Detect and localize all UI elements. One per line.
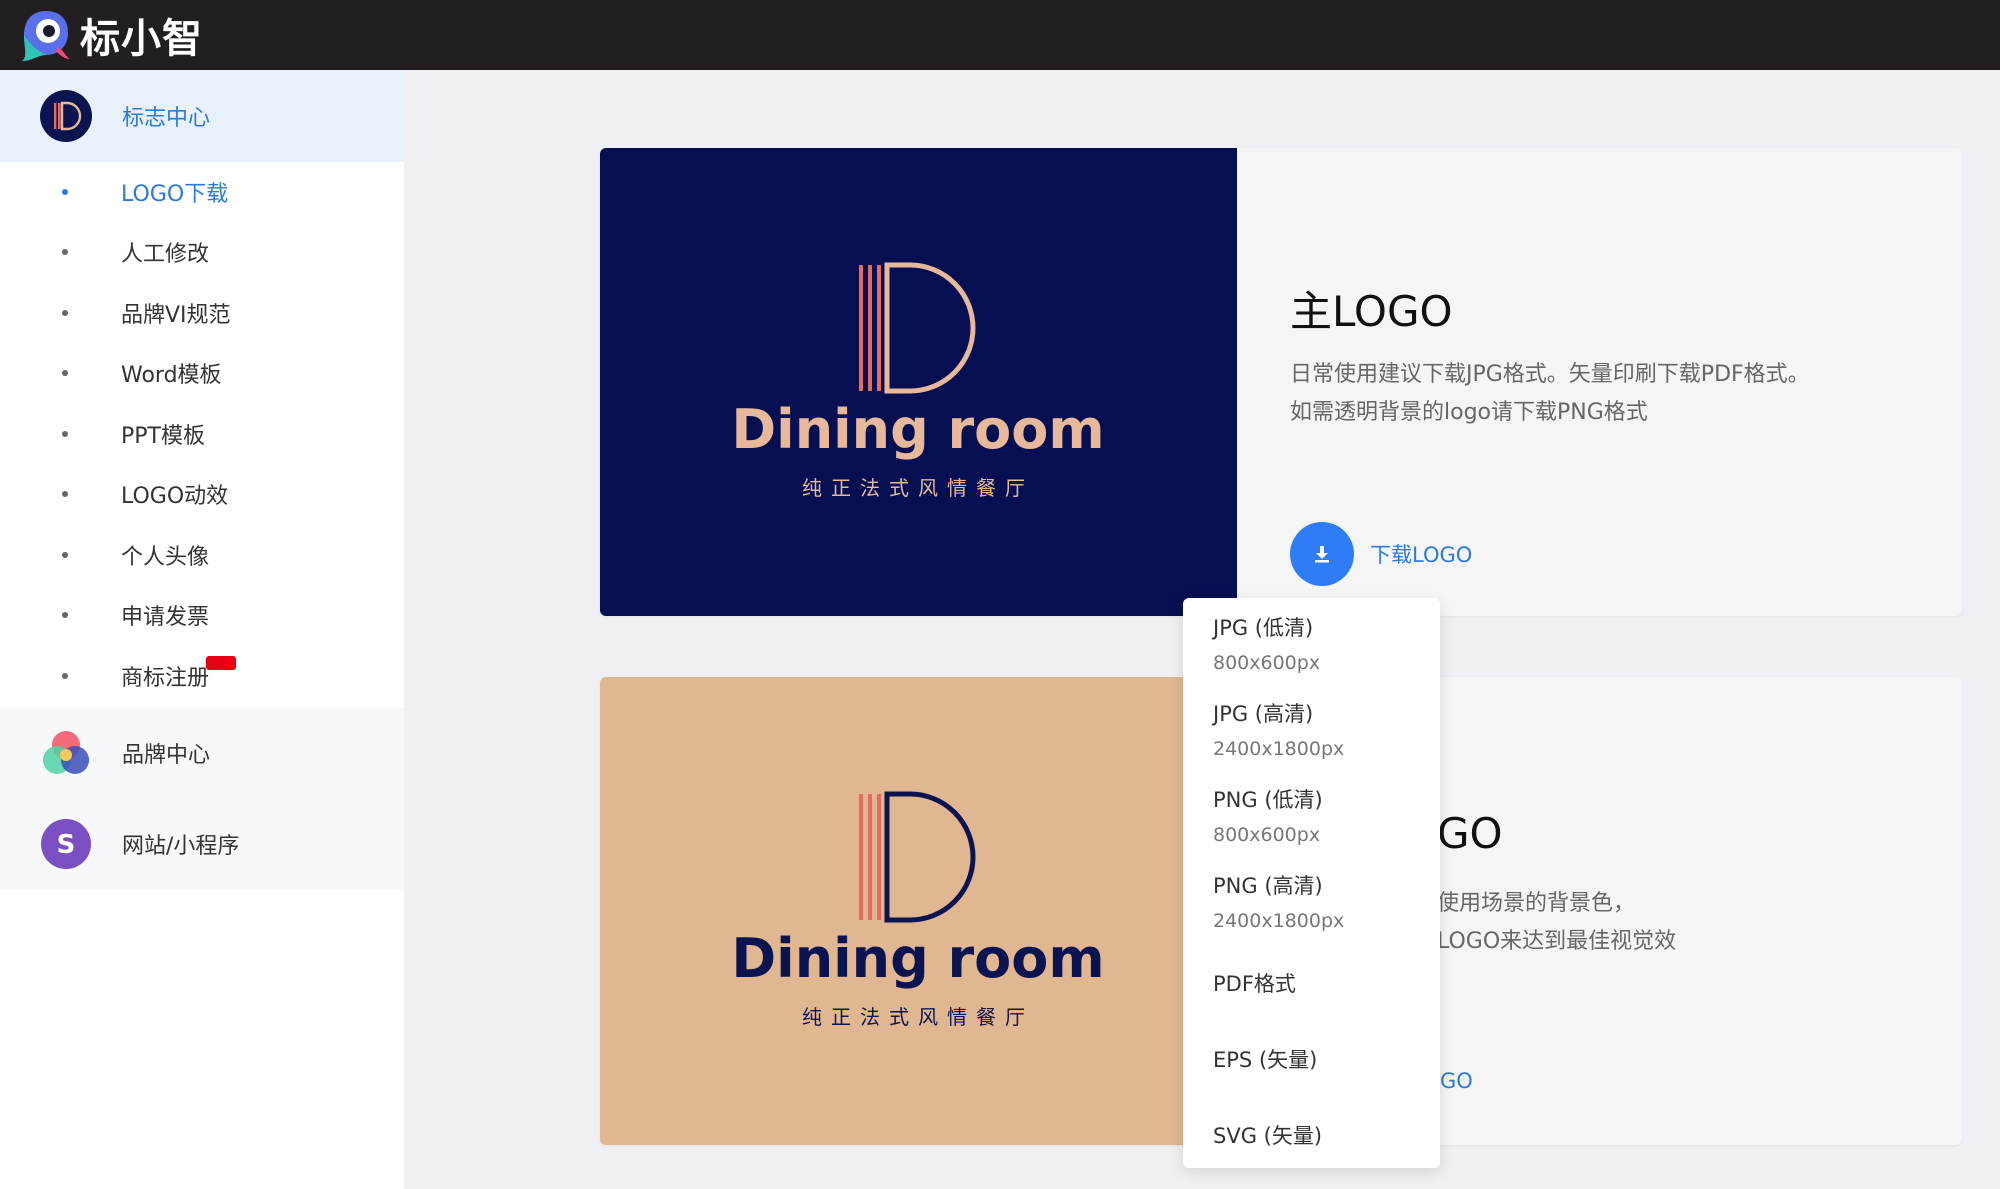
sidebar-item-brand-vi[interactable]: 品牌VI规范 bbox=[0, 283, 404, 343]
sidebar-item-logo-download[interactable]: LOGO下载 bbox=[0, 162, 404, 222]
sidebar-item-label: LOGO下载 bbox=[121, 182, 229, 207]
logo-tagline: 纯正法式风情餐厅 bbox=[802, 1005, 1034, 1029]
menu-item-size: 2400x1800px bbox=[1213, 738, 1345, 760]
sidebar-section-logo-center[interactable]: 标志中心 bbox=[0, 70, 404, 162]
sidebar-section-brand-center[interactable]: 品牌中心 bbox=[0, 708, 404, 798]
sidebar-item-label: 商标注册 bbox=[121, 666, 210, 691]
sidebar-item-label: 人工修改 bbox=[121, 242, 210, 267]
bullet-dot bbox=[62, 491, 68, 497]
bullet-dot bbox=[62, 612, 68, 618]
menu-item-label: PNG (低清) bbox=[1213, 788, 1323, 812]
logo-preview-navy: Dining room 纯正法式风情餐厅 bbox=[600, 148, 1237, 616]
bullet-dot bbox=[62, 552, 68, 558]
menu-item-size: 800x600px bbox=[1213, 824, 1321, 846]
card-description-line: 日常使用建议下载JPG格式。矢量印刷下载PDF格式。 bbox=[1290, 362, 1810, 387]
brand-center-icon bbox=[43, 731, 89, 774]
menu-item-svg[interactable]: SVG (矢量) bbox=[1213, 1120, 1433, 1150]
brand[interactable]: 标小智 bbox=[18, 6, 203, 64]
bullet-dot bbox=[62, 310, 68, 316]
sidebar-item-word-template[interactable]: Word模板 bbox=[0, 343, 404, 403]
logo-tagline: 纯正法式风情餐厅 bbox=[802, 476, 1034, 500]
card-description-line: LOGO来达到最佳视觉效 bbox=[1437, 929, 1677, 954]
bullet-dot bbox=[62, 673, 68, 679]
logo-center-icon bbox=[40, 90, 92, 142]
menu-item-label: PNG (高清) bbox=[1213, 874, 1323, 898]
download-logo-button[interactable]: 下载LOGO bbox=[1290, 522, 1472, 586]
menu-item-label: JPG (低清) bbox=[1213, 616, 1314, 640]
menu-item-jpg-low[interactable]: JPG (低清) 800x600px bbox=[1213, 612, 1433, 674]
mascot-logo-icon bbox=[22, 11, 70, 61]
card-description-line: 使用场景的背景色， bbox=[1437, 891, 1636, 916]
sidebar-item-label: Word模板 bbox=[121, 363, 222, 388]
sidebar-item-manual-edit[interactable]: 人工修改 bbox=[0, 222, 404, 282]
card-description-line: 如需透明背景的logo请下载PNG格式 bbox=[1290, 400, 1648, 425]
bullet-dot bbox=[62, 431, 68, 437]
sidebar-item-logo-animation[interactable]: LOGO动效 bbox=[0, 464, 404, 524]
sidebar-section-label: 标志中心 bbox=[122, 106, 211, 131]
website-icon-letter: S bbox=[57, 830, 76, 860]
download-format-menu: JPG (低清) 800x600px JPG (高清) 2400x1800px … bbox=[1183, 598, 1440, 1168]
menu-item-label: JPG (高清) bbox=[1213, 702, 1314, 726]
download-logo-label: 下载LOGO bbox=[1370, 543, 1473, 567]
sidebar-item-avatar[interactable]: 个人头像 bbox=[0, 525, 404, 585]
logo-preview-tan: Dining room 纯正法式风情餐厅 bbox=[600, 677, 1237, 1145]
dining-room-logo: Dining room 纯正法式风情餐厅 bbox=[731, 791, 1105, 1029]
menu-item-label: EPS (矢量) bbox=[1213, 1048, 1318, 1072]
sidebar-item-trademark[interactable]: 商标注册 bbox=[0, 646, 404, 706]
download-icon bbox=[1290, 522, 1354, 586]
sidebar-item-label: 品牌VI规范 bbox=[121, 303, 231, 328]
dining-room-logo: Dining room 纯正法式风情餐厅 bbox=[731, 262, 1105, 500]
sidebar-section-label: 网站/小程序 bbox=[122, 834, 240, 859]
new-badge bbox=[206, 656, 236, 670]
logo-name: Dining room bbox=[731, 398, 1104, 461]
card-description: 日常使用建议下载JPG格式。矢量印刷下载PDF格式。 如需透明背景的logo请下… bbox=[1290, 356, 1910, 432]
top-bar: 标小智 bbox=[0, 0, 2000, 70]
sidebar-section-label: 品牌中心 bbox=[122, 743, 211, 768]
sidebar-item-label: LOGO动效 bbox=[121, 484, 229, 509]
menu-item-png-low[interactable]: PNG (低清) 800x600px bbox=[1213, 784, 1433, 846]
sidebar-item-label: 个人头像 bbox=[121, 545, 210, 570]
sidebar-item-invoice[interactable]: 申请发票 bbox=[0, 585, 404, 645]
card-description: 使用场景的背景色， LOGO来达到最佳视觉效 bbox=[1437, 885, 1917, 961]
menu-item-label: SVG (矢量) bbox=[1213, 1124, 1323, 1148]
logo-card-main: Dining room 纯正法式风情餐厅 主LOGO 日常使用建议下载JPG格式… bbox=[600, 148, 1962, 616]
bullet-dot bbox=[62, 249, 68, 255]
menu-item-size: 800x600px bbox=[1213, 652, 1321, 674]
menu-item-png-high[interactable]: PNG (高清) 2400x1800px bbox=[1213, 870, 1433, 932]
sidebar-item-label: 申请发票 bbox=[121, 605, 210, 630]
menu-item-pdf[interactable]: PDF格式 bbox=[1213, 968, 1433, 998]
sidebar-item-label: PPT模板 bbox=[121, 424, 205, 449]
app-name: 标小智 bbox=[80, 16, 203, 62]
menu-item-size: 2400x1800px bbox=[1213, 910, 1345, 932]
bullet-dot bbox=[62, 370, 68, 376]
website-icon: S bbox=[41, 819, 91, 869]
menu-item-label: PDF格式 bbox=[1213, 972, 1296, 996]
logo-name: Dining room bbox=[731, 927, 1104, 990]
menu-item-eps[interactable]: EPS (矢量) bbox=[1213, 1044, 1433, 1074]
card-title: GO bbox=[1437, 809, 1503, 858]
bullet-dot bbox=[62, 189, 68, 195]
menu-item-jpg-high[interactable]: JPG (高清) 2400x1800px bbox=[1213, 698, 1433, 760]
card-title: 主LOGO bbox=[1290, 287, 1453, 336]
sidebar-section-website[interactable]: S 网站/小程序 bbox=[0, 798, 404, 890]
sidebar: 标志中心 LOGO下载 人工修改 品牌VI规范 Word模板 PPT模板 LOG… bbox=[0, 70, 404, 1189]
download-logo-button[interactable]: GO bbox=[1440, 1069, 1473, 1093]
sidebar-item-ppt-template[interactable]: PPT模板 bbox=[0, 404, 404, 464]
